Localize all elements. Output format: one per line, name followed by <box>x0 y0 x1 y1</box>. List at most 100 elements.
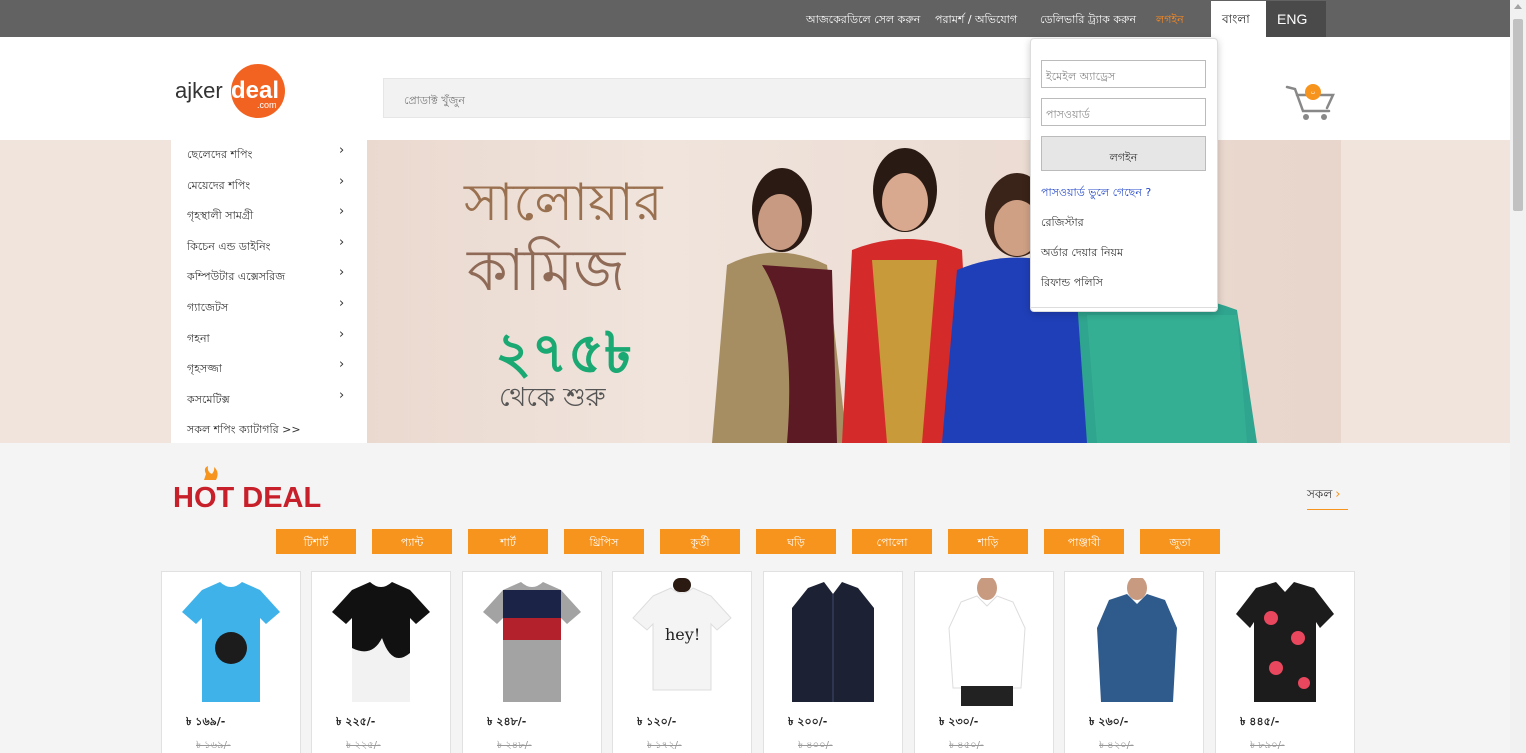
product-image-tshirt-blue <box>182 582 280 702</box>
sidebar-item-mens-shopping[interactable]: ছেলেদের শপিং <box>187 146 252 165</box>
tag-pant[interactable]: প্যান্ট <box>372 529 452 554</box>
product-card[interactable]: ৳ ২৪৮/- ৳ ২৪৮/- <box>462 571 602 753</box>
product-price: ৳ ২৪৮/- <box>487 715 527 728</box>
sidebar-all-categories-link[interactable]: সকল শপিং ক্যাটাগরি >> <box>187 421 301 440</box>
tag-watch[interactable]: ঘড়ি <box>756 529 836 554</box>
tag-saree[interactable]: শাড়ি <box>948 529 1028 554</box>
email-field[interactable]: ইমেইল অ্যাড্রেস <box>1041 60 1206 88</box>
hot-deal-title: HOT DEAL <box>173 482 321 510</box>
scroll-thumb[interactable] <box>1513 19 1523 211</box>
product-old-price: ৳ ৮৯০/- <box>1250 740 1285 751</box>
hot-deal-logo: HOT DEAL <box>173 466 353 514</box>
logo-text-com: .com <box>257 100 277 110</box>
product-price: ৳ ২৬০/- <box>1089 715 1129 728</box>
product-old-price: ৳ ১৬৯/- <box>196 740 231 751</box>
see-all-label: সকল <box>1307 487 1333 501</box>
product-image-tshirt-white-hey: hey! <box>632 578 732 691</box>
sidebar-item-gadgets[interactable]: গ্যাজেটস <box>187 299 228 318</box>
product-image-shirt-navy <box>792 582 874 702</box>
cart-icon[interactable]: ০ <box>1283 83 1339 123</box>
product-old-price: ৳ ৪২০/- <box>1099 740 1134 751</box>
sidebar-item-womens-shopping[interactable]: মেয়েদের শপিং <box>187 177 250 196</box>
scroll-up-arrow-icon[interactable] <box>1514 4 1522 9</box>
chevron-right-icon: › <box>1335 487 1341 502</box>
login-link[interactable]: লগইন <box>1156 11 1184 30</box>
product-card[interactable]: ৳ ২০০/- ৳ ৪০০/- <box>763 571 903 753</box>
chevron-right-icon: › <box>339 296 345 311</box>
product-card[interactable]: hey! ৳ ১২০/- ৳ ১৭২/- <box>612 571 752 753</box>
product-old-price: ৳ ২২৫/- <box>346 740 381 751</box>
login-button[interactable]: লগইন <box>1041 136 1206 171</box>
product-card[interactable]: ৳ ২২৫/- ৳ ২২৫/- <box>311 571 451 753</box>
tag-threepiece[interactable]: থ্রিপিস <box>564 529 644 554</box>
product-price: ৳ ১২০/- <box>637 715 677 728</box>
product-image-tshirt-striped <box>483 582 581 702</box>
product-price: ৳ ১৬৯/- <box>186 715 226 728</box>
tag-panjabi[interactable]: পাঞ্জাবী <box>1044 529 1124 554</box>
flame-icon <box>204 466 218 480</box>
product-price: ৳ ৪৪৫/- <box>1240 715 1280 728</box>
feedback-link[interactable]: পরামর্শ / অভিযোগ <box>935 11 1017 30</box>
product-image-tshirt-black-white <box>332 582 430 702</box>
banner-price: ২৭৫৳ <box>495 321 632 386</box>
chevron-right-icon: › <box>339 357 345 372</box>
language-english-button[interactable]: ENG <box>1266 1 1326 37</box>
product-old-price: ৳ ৪৫০/- <box>949 740 984 751</box>
product-old-price: ৳ ১৭২/- <box>647 740 682 751</box>
tag-shoes[interactable]: জুতা <box>1140 529 1220 554</box>
sidebar-item-home-decor[interactable]: গৃহসজ্জা <box>187 360 222 379</box>
tag-kurti[interactable]: কূর্তী <box>660 529 740 554</box>
chevron-right-icon: › <box>339 265 345 280</box>
tag-tshirt[interactable]: টিশার্ট <box>276 529 356 554</box>
chevron-right-icon: › <box>339 204 345 219</box>
tag-polo[interactable]: পোলো <box>852 529 932 554</box>
cart-count: ০ <box>1310 88 1315 97</box>
order-rules-link[interactable]: অর্ডার দেয়ার নিয়ম <box>1041 244 1123 263</box>
header: ajker deal .com প্রোডাক্ট খুঁজুন ০ <box>0 37 1510 140</box>
sidebar-item-kitchen-dining[interactable]: কিচেন এন্ড ডাইনিং <box>187 238 270 257</box>
track-delivery-link[interactable]: ডেলিভারি ট্র্যাক করুন <box>1040 11 1136 30</box>
product-price: ৳ ২২৫/- <box>336 715 376 728</box>
scrollbar[interactable] <box>1510 0 1526 753</box>
product-card[interactable]: ৳ ২৬০/- ৳ ৪২০/- <box>1064 571 1204 753</box>
sidebar-item-household[interactable]: গৃহস্থালী সামগ্রী <box>187 207 253 226</box>
language-bangla-button[interactable]: বাংলা <box>1211 1 1266 38</box>
register-link[interactable]: রেজিস্টার <box>1041 214 1084 233</box>
tag-shirt[interactable]: শার্ট <box>468 529 548 554</box>
chevron-right-icon: › <box>339 388 345 403</box>
site-logo[interactable]: ajker deal .com <box>175 62 290 122</box>
model-figure-1 <box>712 168 847 443</box>
product-card[interactable]: ৳ ৪৪৫/- ৳ ৮৯০/- <box>1215 571 1355 753</box>
chevron-right-icon: › <box>339 174 345 189</box>
search-input[interactable]: প্রোডাক্ট খুঁজুন <box>383 78 1043 118</box>
banner-title-line1: সালোয়ার <box>463 173 664 233</box>
product-price: ৳ ২০০/- <box>788 715 828 728</box>
sidebar-item-cosmetics[interactable]: কসমেটিক্স <box>187 391 230 410</box>
refund-policy-link[interactable]: রিফান্ড পলিসি <box>1041 274 1103 293</box>
product-price: ৳ ২৩০/- <box>939 715 979 728</box>
password-field[interactable]: পাসওয়ার্ড <box>1041 98 1206 126</box>
login-dropdown: ইমেইল অ্যাড্রেস পাসওয়ার্ড লগইন পাসওয়ার… <box>1030 38 1218 312</box>
see-all-link[interactable]: সকল › <box>1307 486 1348 510</box>
product-image-shirt-white <box>948 578 1026 706</box>
model-figure-4 <box>1077 292 1257 443</box>
product-card[interactable]: ৳ ২৩০/- ৳ ৪৫০/- <box>914 571 1054 753</box>
svg-text:hey!: hey! <box>665 625 700 644</box>
chevron-right-icon: › <box>339 327 345 342</box>
product-card[interactable]: ৳ ১৬৯/- ৳ ১৬৯/- <box>161 571 301 753</box>
product-old-price: ৳ ৪০০/- <box>798 740 833 751</box>
product-image-shirt-flamingo <box>1236 582 1334 702</box>
category-sidebar: ছেলেদের শপিং › মেয়েদের শপিং › গৃহস্থালী… <box>171 140 367 443</box>
banner-title-line2: কামিজ <box>466 236 626 304</box>
forgot-password-link[interactable]: পাসওয়ার্ড ভুলে গেছেন ? <box>1041 184 1151 203</box>
banner-subtitle: থেকে শুরু <box>499 383 607 413</box>
divider <box>1031 307 1217 308</box>
sell-link[interactable]: আজকেরডিলে সেল করুন <box>806 11 920 30</box>
sidebar-item-computer-accessories[interactable]: কম্পিউটার এক্সেসরিজ <box>187 268 285 287</box>
logo-text-ajker: ajker <box>175 78 223 103</box>
sidebar-item-jewelry[interactable]: গহনা <box>187 330 210 349</box>
chevron-right-icon: › <box>339 143 345 158</box>
product-image-shirt-denim <box>1097 578 1177 702</box>
product-old-price: ৳ ২৪৮/- <box>497 740 532 751</box>
chevron-right-icon: › <box>339 235 345 250</box>
